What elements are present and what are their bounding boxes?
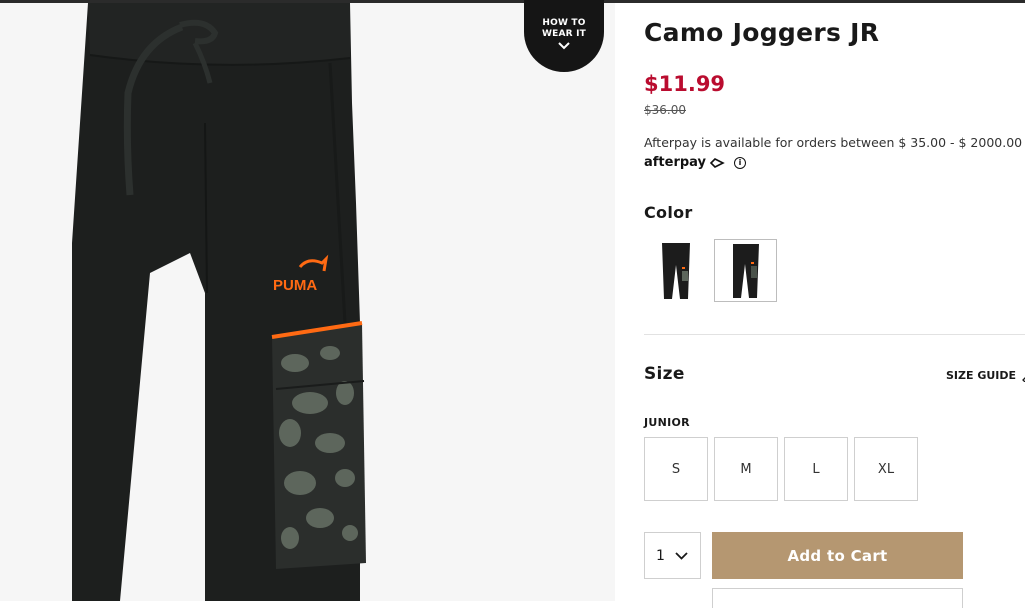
info-icon[interactable]: i	[734, 156, 747, 169]
divider	[644, 334, 1025, 335]
secondary-button[interactable]	[712, 588, 963, 608]
puma-logo-text: PUMA	[273, 277, 317, 294]
chevron-down-icon	[675, 551, 688, 560]
size-group-label: JUNIOR	[644, 416, 690, 429]
sale-price: $11.99	[644, 72, 726, 96]
swatch-thumbnail	[662, 243, 690, 299]
ruler-icon	[1022, 377, 1025, 382]
size-option-l[interactable]: L	[784, 437, 848, 501]
wear-badge-line1: HOW TO	[542, 18, 586, 28]
product-details: Camo Joggers JR $11.99 $36.00 Afterpay i…	[644, 0, 1025, 608]
quantity-value: 1	[656, 547, 665, 564]
size-label: Size	[644, 364, 685, 384]
add-to-cart-button[interactable]: Add to Cart	[712, 532, 963, 579]
size-option-m[interactable]: M	[714, 437, 778, 501]
afterpay-logo-text: afterpay	[644, 155, 707, 170]
afterpay-arrows-icon	[709, 157, 725, 168]
color-swatch-black-joggers-alt[interactable]	[714, 239, 777, 302]
swatch-thumbnail	[733, 244, 759, 298]
product-image[interactable]: PUMA	[0, 3, 615, 601]
size-guide-link[interactable]: SIZE GUIDE	[946, 368, 1025, 382]
size-guide-label: SIZE GUIDE	[946, 368, 1017, 382]
product-title: Camo Joggers JR	[644, 18, 880, 47]
joggers-illustration: PUMA	[72, 3, 366, 601]
size-option-xl[interactable]: XL	[854, 437, 918, 501]
size-option-s[interactable]: S	[644, 437, 708, 501]
color-swatch-black-joggers[interactable]	[644, 239, 707, 302]
wear-badge-line2: WEAR IT	[542, 29, 586, 39]
original-price: $36.00	[644, 103, 686, 117]
quantity-select[interactable]: 1	[644, 532, 701, 579]
afterpay-logo: afterpay i	[644, 155, 747, 170]
chevron-down-icon	[558, 42, 570, 50]
afterpay-info-text: Afterpay is available for orders between…	[644, 135, 1023, 150]
color-label: Color	[644, 203, 693, 222]
